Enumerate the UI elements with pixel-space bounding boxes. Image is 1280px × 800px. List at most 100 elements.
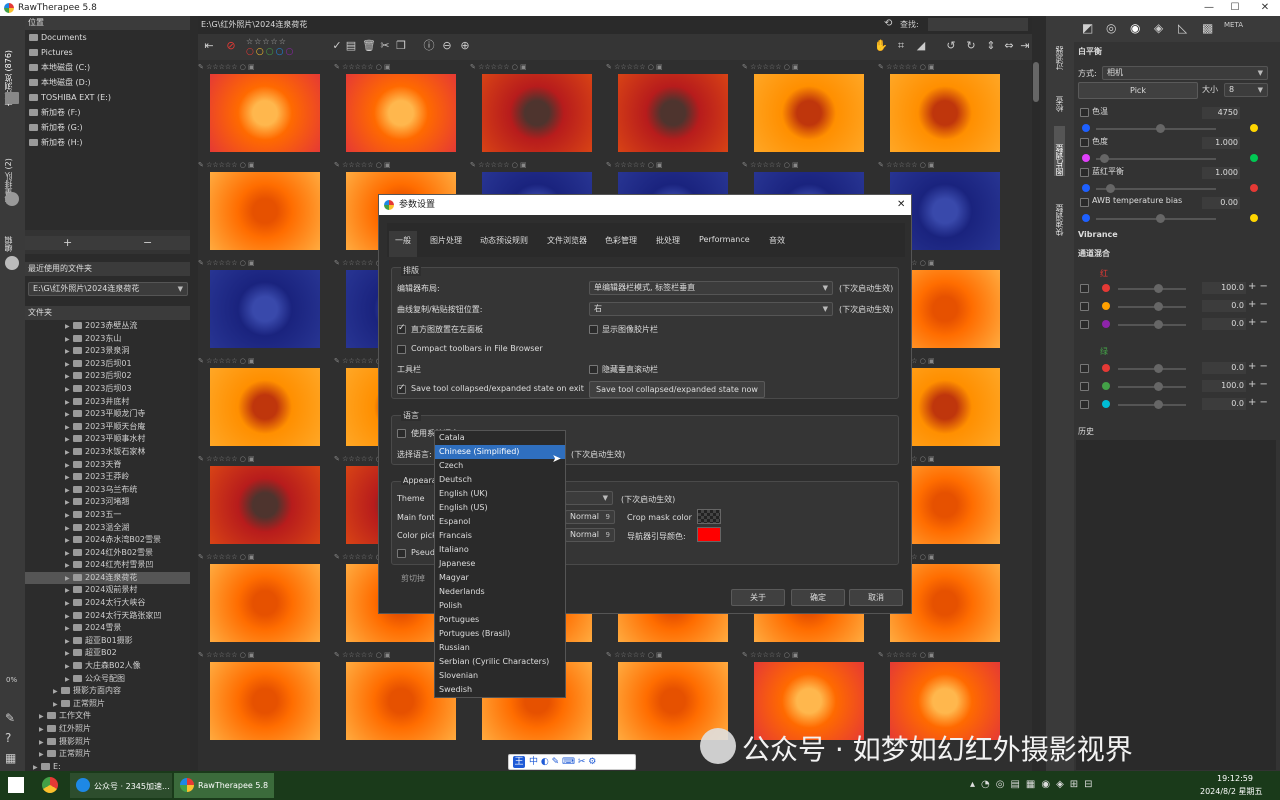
folder-tree-item[interactable]: ▶ 2023温全湖: [25, 522, 190, 535]
plus-minus-icon[interactable]: + −: [1248, 397, 1268, 408]
folder-tree-item[interactable]: ▶ 2023天脊: [25, 459, 190, 472]
folder-tree-item[interactable]: ▶ E:: [25, 761, 190, 771]
zoom-out-icon[interactable]: ⊖: [440, 39, 454, 53]
star-filter-icon[interactable]: ☆☆☆☆☆: [246, 37, 287, 46]
use-system-language-checkbox[interactable]: [397, 429, 406, 438]
tab-batch[interactable]: 批处理: [656, 235, 680, 246]
taskbar-task[interactable]: RawTherapee 5.8: [174, 773, 274, 798]
language-option[interactable]: Portugues: [435, 613, 565, 627]
tab-editor[interactable]: 编辑: [3, 222, 14, 252]
rating-stars-icon[interactable]: ✎ ☆☆☆☆☆ ○ ▣: [742, 161, 876, 170]
folder-tree-item[interactable]: ▶ 2024太行天路张家凹: [25, 610, 190, 623]
language-option[interactable]: Catala: [435, 431, 565, 445]
folder-tree-item[interactable]: ▶ 2024红外B02雪景: [25, 547, 190, 560]
tab-inspect[interactable]: 检查: [1054, 82, 1065, 112]
tab-performance[interactable]: Performance: [699, 235, 750, 244]
minimize-button[interactable]: —: [1196, 0, 1222, 16]
mixer-checkbox[interactable]: [1080, 302, 1089, 311]
rating-stars-icon[interactable]: ✎ ☆☆☆☆☆ ○ ▣: [334, 161, 468, 170]
language-option[interactable]: Serbian (Cyrilic Characters): [435, 655, 565, 669]
mixer-value[interactable]: 0.0: [1202, 318, 1246, 330]
thumbnail-item[interactable]: ✎ ☆☆☆☆☆ ○ ▣: [198, 60, 332, 158]
rating-stars-icon[interactable]: ✎ ☆☆☆☆☆ ○ ▣: [878, 63, 1012, 72]
rating-stars-icon[interactable]: ✎ ☆☆☆☆☆ ○ ▣: [470, 63, 604, 72]
folder-tree-item[interactable]: ▶ 2023景泉洞: [25, 345, 190, 358]
tab-color-management[interactable]: 色彩管理: [605, 235, 637, 246]
nav-guide-color-swatch[interactable]: [697, 527, 721, 542]
save-state-now-button[interactable]: Save tool collapsed/expanded state now: [589, 381, 765, 398]
folder-tree-item[interactable]: ▶ 超亚B01摄影: [25, 635, 190, 648]
folder-tree-item[interactable]: ▶ 2023东山: [25, 333, 190, 346]
rating-stars-icon[interactable]: ✎ ☆☆☆☆☆ ○ ▣: [742, 651, 876, 660]
windows-start-icon[interactable]: [8, 777, 24, 793]
temp-slider[interactable]: [1096, 124, 1216, 133]
thumbnail-item[interactable]: ✎ ☆☆☆☆☆ ○ ▣: [334, 60, 468, 158]
tab-image-processing[interactable]: 图片处理: [430, 235, 462, 246]
folder-tree-item[interactable]: ▶ 红外照片: [25, 723, 190, 736]
maximize-button[interactable]: ☐: [1222, 0, 1248, 16]
language-option[interactable]: Francais: [435, 529, 565, 543]
rating-stars-icon[interactable]: ✎ ☆☆☆☆☆ ○ ▣: [198, 455, 332, 464]
crop-icon[interactable]: ⌗: [894, 39, 908, 53]
thumbnail-image[interactable]: [210, 466, 320, 544]
place-item[interactable]: Documents: [25, 30, 190, 45]
tab-general[interactable]: 一般: [395, 235, 411, 246]
expand-arrow-icon[interactable]: ▶: [65, 447, 73, 460]
tint-slider[interactable]: [1096, 154, 1216, 163]
filter-unrated-icon[interactable]: ⊘: [224, 39, 238, 53]
tab-dynamic-profile[interactable]: 动态预设规则: [480, 235, 528, 246]
language-option[interactable]: Polish: [435, 599, 565, 613]
rating-stars-icon[interactable]: ✎ ☆☆☆☆☆ ○ ▣: [334, 63, 468, 72]
plus-minus-icon[interactable]: + −: [1248, 281, 1268, 292]
language-option[interactable]: Swedish: [435, 683, 565, 697]
hide-scrollbar-checkbox[interactable]: [589, 365, 598, 374]
ime-toolbar[interactable]: 王中 ◐ ✎ ⌨ ✂ ⚙: [508, 754, 636, 770]
folder-tree-item[interactable]: ▶ 2024连泉荷花: [25, 571, 190, 585]
folder-tree-item[interactable]: ▶ 大庄森B02人像: [25, 660, 190, 673]
crop-mask-color-swatch[interactable]: [697, 509, 721, 524]
wb-method-select[interactable]: 相机 ▼: [1102, 66, 1268, 80]
folder-tree-item[interactable]: ▶ 公众号配图: [25, 673, 190, 686]
thumbnail-item[interactable]: ✎ ☆☆☆☆☆ ○ ▣: [742, 60, 876, 158]
straighten-icon[interactable]: ◢: [914, 39, 928, 53]
edited-filter-icon[interactable]: ✓: [330, 39, 344, 53]
filmstrip-checkbox[interactable]: [589, 325, 598, 334]
folder-tree-item[interactable]: ▶ 2024红壳村雪景凹: [25, 559, 190, 572]
aperture-icon[interactable]: [5, 256, 19, 270]
clock-time[interactable]: 19:12:59: [1208, 774, 1262, 783]
rating-stars-icon[interactable]: ✎ ☆☆☆☆☆ ○ ▣: [470, 161, 604, 170]
ime-mode[interactable]: 中: [529, 757, 538, 767]
folder-tree-item[interactable]: ▶ 2023乌兰布统: [25, 484, 190, 497]
thumbnail-image[interactable]: [346, 74, 456, 152]
expand-arrow-icon[interactable]: ▶: [65, 321, 73, 334]
rating-stars-icon[interactable]: ✎ ☆☆☆☆☆ ○ ▣: [198, 357, 332, 366]
color-label-filter-icon[interactable]: ○○○○○: [246, 47, 295, 57]
expand-arrow-icon[interactable]: ▶: [65, 346, 73, 359]
thumbnail-image[interactable]: [210, 564, 320, 642]
thumbnail-image[interactable]: [482, 74, 592, 152]
blue-red-slider[interactable]: [1096, 184, 1216, 193]
plus-minus-icon[interactable]: + −: [1248, 379, 1268, 390]
rotate-right-icon[interactable]: ↻: [964, 39, 978, 53]
exposure-icon[interactable]: ◩: [1082, 21, 1093, 35]
thumbnail-image[interactable]: [618, 74, 728, 152]
folder-tree-item[interactable]: ▶ 2023井底村: [25, 396, 190, 409]
thumbnail-item[interactable]: ✎ ☆☆☆☆☆ ○ ▣: [198, 256, 332, 354]
thumbnail-image[interactable]: [754, 74, 864, 152]
folder-tree-item[interactable]: ▶ 2023后坝03: [25, 383, 190, 396]
expand-arrow-icon[interactable]: ▶: [65, 623, 73, 636]
thumbnail-item[interactable]: ✎ ☆☆☆☆☆ ○ ▣: [198, 648, 332, 746]
language-option[interactable]: Portugues (Brasil): [435, 627, 565, 641]
theme-select[interactable]: ▼: [565, 491, 613, 505]
folder-tree-item[interactable]: ▶ 超亚B02: [25, 647, 190, 660]
mixer-value[interactable]: 0.0: [1202, 300, 1246, 312]
folder-tree-item[interactable]: ▶ 摄影方面内容: [25, 685, 190, 698]
rating-stars-icon[interactable]: ✎ ☆☆☆☆☆ ○ ▣: [878, 651, 1012, 660]
language-option[interactable]: Espanol: [435, 515, 565, 529]
gear-icon[interactable]: [5, 192, 19, 206]
folder-tree-item[interactable]: ▶ 2023五一: [25, 509, 190, 522]
wb-size-select[interactable]: 8 ▼: [1224, 83, 1268, 97]
blue-red-value[interactable]: 1.000: [1202, 167, 1240, 179]
mixer-slider[interactable]: [1118, 320, 1186, 329]
taskbar-task[interactable]: 公众号 · 2345加速...: [70, 773, 172, 798]
